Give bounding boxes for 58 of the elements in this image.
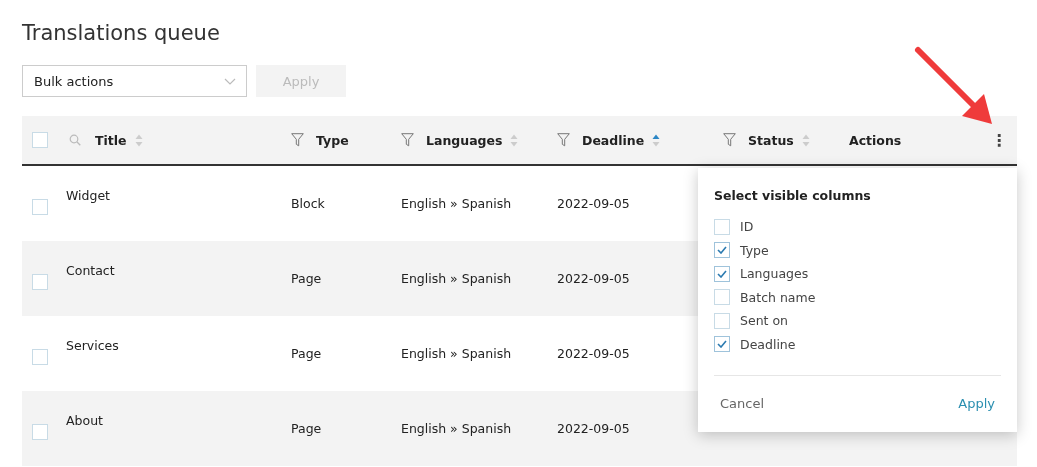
- table-cell: English » Spanish: [401, 196, 512, 211]
- table-cell: 2022-09-05: [557, 421, 630, 436]
- title-cell: Contact: [66, 263, 115, 278]
- check-icon: [717, 340, 727, 349]
- column-header[interactable]: Deadline: [582, 132, 645, 148]
- table-cell: Page: [291, 346, 322, 361]
- column-option-label[interactable]: Type: [740, 242, 769, 258]
- sort-icon[interactable]: [510, 133, 519, 147]
- search-icon[interactable]: [69, 134, 81, 146]
- filter-icon[interactable]: [401, 133, 414, 147]
- cancel-button[interactable]: Cancel: [714, 396, 771, 411]
- column-checkbox[interactable]: [714, 242, 730, 259]
- row-checkbox[interactable]: [32, 348, 48, 365]
- column-option-label[interactable]: ID: [740, 219, 754, 235]
- column-header[interactable]: Actions: [849, 132, 902, 148]
- title-cell: Services: [66, 338, 119, 353]
- column-checkbox[interactable]: [714, 289, 730, 306]
- check-icon: [717, 246, 727, 255]
- table-cell: 2022-09-05: [557, 271, 630, 286]
- column-checkbox[interactable]: [714, 218, 730, 235]
- table-cell: Block: [291, 196, 325, 211]
- column-option-label[interactable]: Languages: [740, 266, 809, 282]
- title-cell: Widget: [66, 188, 111, 203]
- title-cell: About: [66, 413, 103, 428]
- sort-icon[interactable]: [801, 133, 810, 147]
- page-title: Translations queue: [21, 20, 221, 46]
- column-checkbox[interactable]: [714, 312, 730, 329]
- filter-icon[interactable]: [723, 133, 736, 147]
- table-cell: English » Spanish: [401, 271, 512, 286]
- filter-icon[interactable]: [291, 133, 304, 147]
- column-option-label[interactable]: Sent on: [740, 313, 788, 329]
- column-header[interactable]: Languages: [426, 132, 503, 148]
- column-option-label[interactable]: Batch name: [740, 289, 816, 305]
- column-option-label[interactable]: Deadline: [740, 336, 796, 352]
- table-cell: Page: [291, 271, 322, 286]
- row-checkbox[interactable]: [32, 198, 48, 215]
- filter-icon[interactable]: [557, 133, 570, 147]
- sort-icon[interactable]: [134, 133, 143, 147]
- column-header[interactable]: Title: [95, 132, 127, 148]
- select-all-checkbox[interactable]: [32, 132, 48, 148]
- table-cell: English » Spanish: [401, 421, 512, 436]
- table-cell: 2022-09-05: [557, 346, 630, 361]
- column-menu-button[interactable]: ⋮: [991, 130, 1007, 150]
- table-cell: English » Spanish: [401, 346, 512, 361]
- column-checkbox[interactable]: [714, 265, 730, 282]
- panel-title: Select visible columns: [714, 188, 872, 203]
- sort-icon[interactable]: [652, 133, 661, 147]
- column-header[interactable]: Type: [316, 132, 349, 148]
- column-checkbox[interactable]: [714, 336, 730, 353]
- bulk-actions-dropdown[interactable]: Bulk actions: [22, 65, 247, 97]
- table-cell: 2022-09-05: [557, 196, 630, 211]
- row-checkbox[interactable]: [32, 423, 48, 440]
- check-icon: [717, 269, 727, 278]
- column-header[interactable]: Status: [748, 132, 794, 148]
- apply-button[interactable]: Apply: [952, 396, 1001, 411]
- chevron-down-icon: [224, 77, 236, 85]
- row-checkbox[interactable]: [32, 273, 48, 290]
- table-cell: Page: [291, 421, 322, 436]
